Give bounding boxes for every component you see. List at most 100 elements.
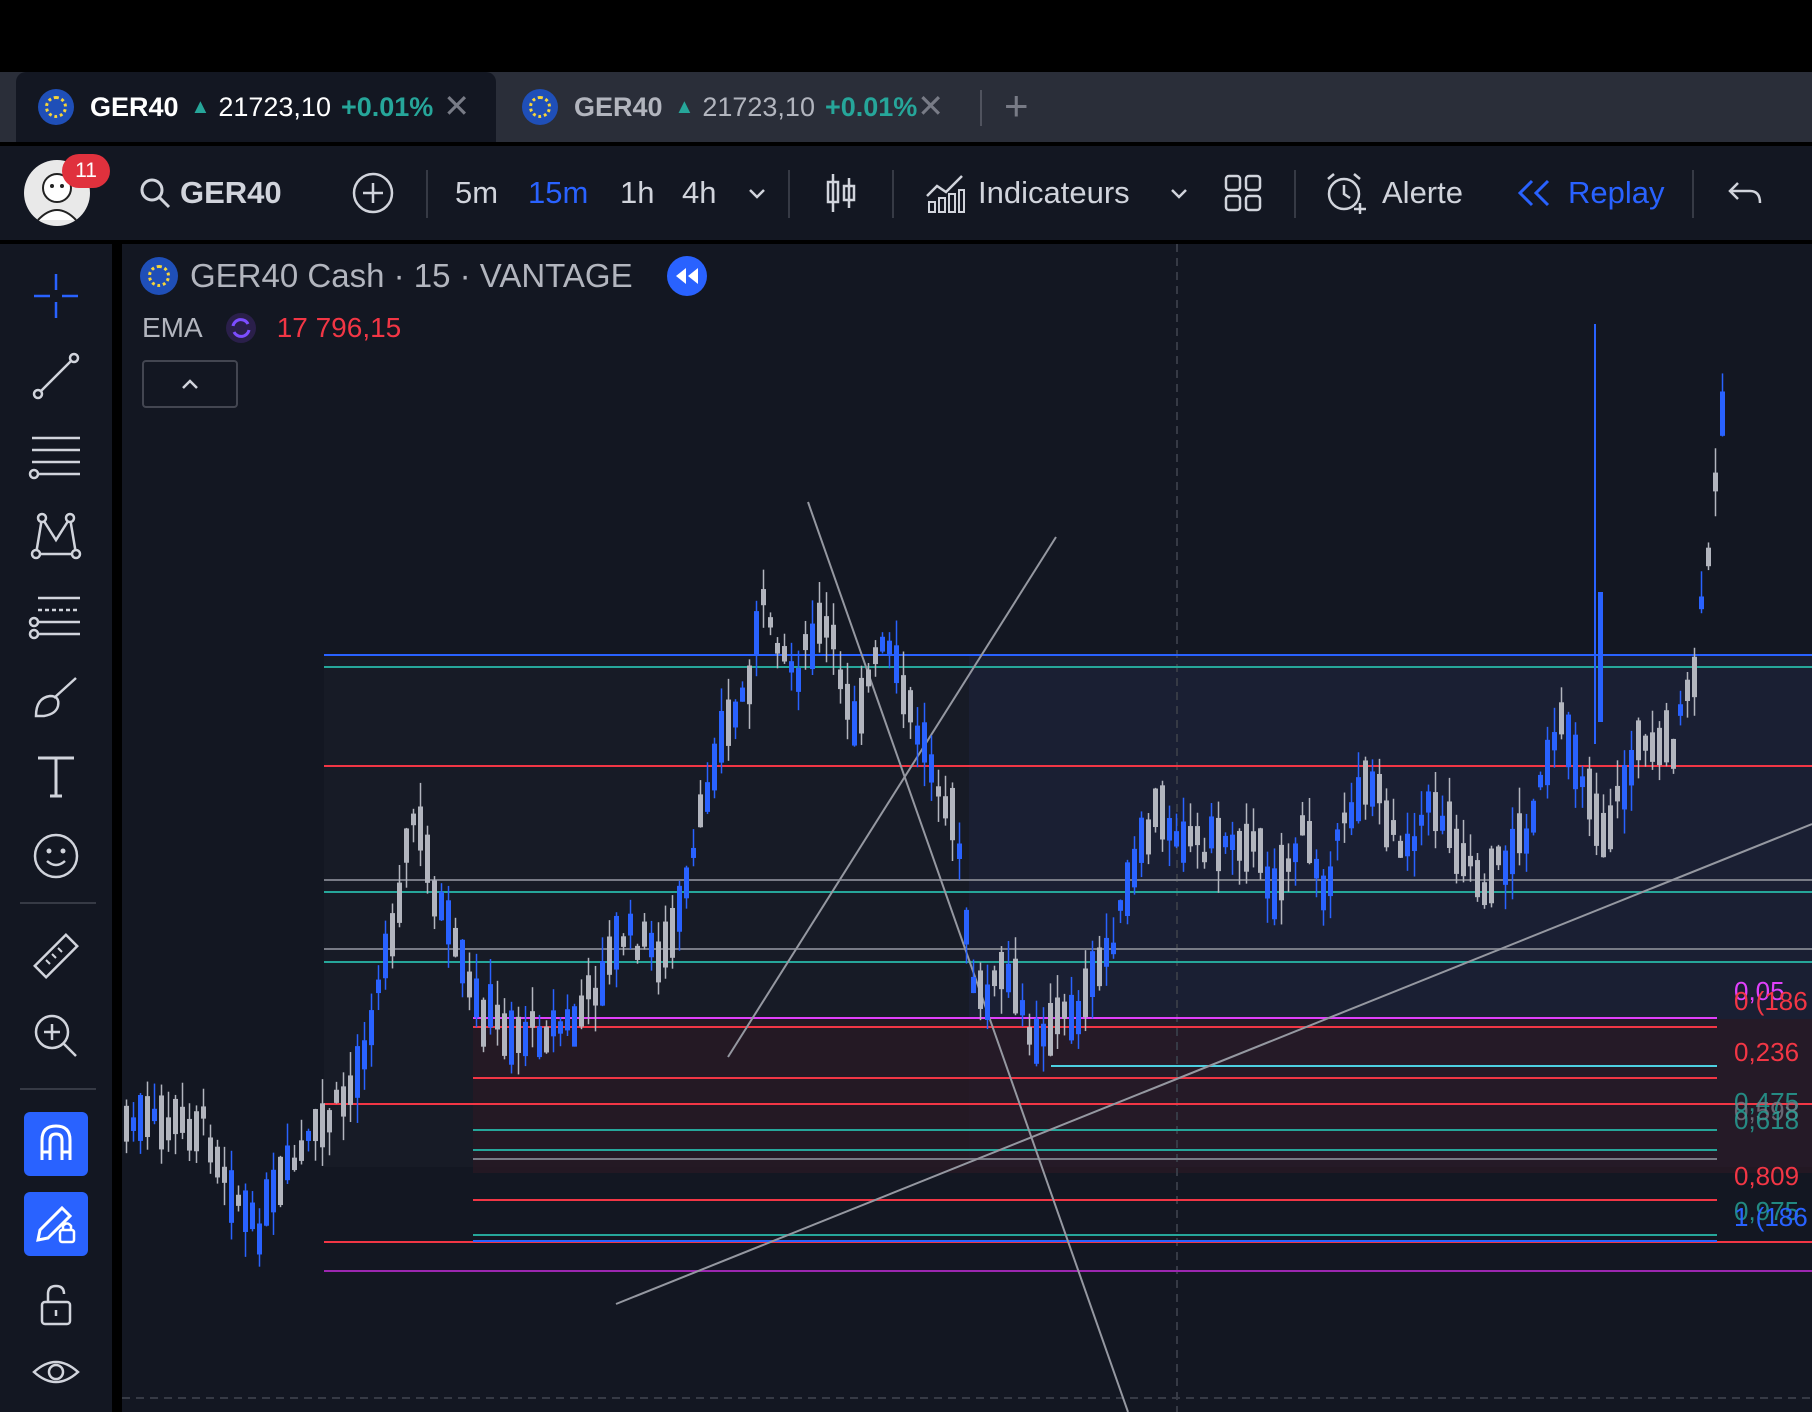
candle-body — [628, 913, 633, 936]
candle-body — [789, 661, 794, 673]
candle-body — [950, 787, 955, 841]
crosshair-tool[interactable] — [24, 264, 88, 328]
candle-body — [1209, 816, 1214, 849]
compare-button[interactable] — [352, 146, 394, 240]
candle-body — [719, 710, 724, 763]
indicators-dropdown[interactable] — [1168, 146, 1190, 240]
visibility-tool[interactable] — [24, 1342, 88, 1406]
replay-rewind-button[interactable] — [666, 256, 707, 296]
candle-body — [698, 794, 703, 828]
toolbar-divider — [20, 902, 96, 904]
chart-pane[interactable]: GER40 Cash · 15 · VANTAGE EMA 17 796,15 … — [122, 244, 1812, 1412]
candle-body — [306, 1130, 311, 1141]
candle-body — [327, 1110, 332, 1133]
close-tab-icon[interactable]: ✕ — [917, 90, 944, 122]
candle-body — [1167, 818, 1172, 841]
candle-body — [502, 1013, 507, 1056]
brush-tool[interactable] — [24, 664, 88, 728]
symbol-search[interactable]: GER40 — [138, 146, 282, 240]
lock-drawings-tool[interactable] — [24, 1192, 88, 1256]
alert-button[interactable]: Alerte — [1324, 146, 1463, 240]
candle-body — [474, 978, 479, 1018]
candle-body — [1643, 735, 1648, 751]
tab-ger40[interactable]: GER40 ▲ 21723,10 +0.01% ✕ — [500, 72, 970, 142]
candle-body — [999, 951, 1004, 990]
candle-body — [1517, 813, 1522, 854]
fib-label: 0,618 — [1734, 1105, 1800, 1135]
candle-body — [1083, 968, 1088, 1018]
indicators-button[interactable]: Indicateurs — [924, 146, 1130, 240]
candle-body — [600, 961, 605, 1006]
candle-body — [1636, 720, 1641, 761]
eu-flag-icon — [38, 89, 74, 125]
candle-body — [1013, 958, 1018, 1014]
layout-button[interactable] — [1224, 146, 1262, 240]
tab-ger40-active[interactable]: GER40 ▲ 21723,10 +0.01% ✕ — [16, 72, 496, 142]
candle-body — [145, 1096, 150, 1138]
chart-type-button[interactable] — [824, 146, 858, 240]
price-chart[interactable] — [122, 244, 1812, 1412]
text-tool[interactable] — [24, 744, 88, 808]
candle-body — [803, 634, 808, 651]
interval-15m[interactable]: 15m — [528, 146, 588, 240]
zoom-tool[interactable] — [24, 1004, 88, 1068]
close-tab-icon[interactable]: ✕ — [443, 90, 470, 122]
candle-body — [901, 675, 906, 715]
candle-body — [1160, 785, 1165, 840]
candle-body — [985, 984, 990, 1020]
horizontal-lines-tool[interactable] — [24, 424, 88, 488]
undo-button[interactable] — [1726, 146, 1762, 240]
candle-body — [894, 645, 899, 684]
candle-body — [341, 1086, 346, 1117]
replay-label: Replay — [1568, 175, 1665, 210]
candle-body — [180, 1106, 185, 1133]
magnet-tool[interactable] — [24, 1112, 88, 1176]
candle-body — [1573, 734, 1578, 790]
replay-button[interactable]: Replay — [1516, 146, 1665, 240]
candle-body — [572, 1006, 577, 1047]
candle-body — [1433, 792, 1438, 832]
candle-body — [1020, 1000, 1025, 1016]
candle-body — [579, 995, 584, 1027]
candle-body — [782, 646, 787, 662]
candle-body — [362, 1040, 367, 1070]
forecasting-tool[interactable] — [24, 584, 88, 648]
measure-tool[interactable] — [24, 924, 88, 988]
candle-body — [1055, 997, 1060, 1035]
candle-body — [404, 828, 409, 863]
candle-body — [1300, 815, 1305, 836]
crosshair-icon — [34, 274, 78, 318]
candle-body — [642, 921, 647, 947]
undo-icon — [1728, 182, 1762, 204]
candle-body — [866, 669, 871, 687]
unlock-tool[interactable] — [24, 1272, 88, 1336]
candle-body — [971, 976, 976, 994]
emoji-tool[interactable] — [24, 824, 88, 888]
candle-body — [558, 1021, 563, 1034]
interval-dropdown[interactable] — [746, 146, 768, 240]
candle-body — [397, 882, 402, 923]
alert-label: Alerte — [1382, 175, 1463, 210]
candle-body — [614, 915, 619, 970]
candle-body — [635, 945, 640, 960]
candle-body — [915, 725, 920, 745]
pattern-tool[interactable] — [24, 504, 88, 568]
candle-body — [1412, 836, 1417, 852]
candle-body — [313, 1109, 318, 1142]
interval-5m[interactable]: 5m — [455, 146, 498, 240]
interval-4h[interactable]: 4h — [682, 146, 716, 240]
candle-body — [1139, 817, 1144, 863]
indicators-label: Indicateurs — [978, 175, 1130, 210]
brush-icon — [34, 677, 77, 718]
ema-label: EMA — [142, 312, 203, 343]
candle-body — [131, 1117, 136, 1131]
candle-body — [1293, 843, 1298, 863]
candle-body — [285, 1145, 290, 1181]
candle-body — [887, 640, 892, 656]
candle-body — [432, 880, 437, 917]
trend-line-tool[interactable] — [24, 344, 88, 408]
interval-1h[interactable]: 1h — [620, 146, 654, 240]
drawing-toolbar — [0, 244, 112, 1412]
new-tab-icon[interactable]: + — [1004, 82, 1029, 130]
collapse-legend-button[interactable] — [142, 360, 238, 408]
